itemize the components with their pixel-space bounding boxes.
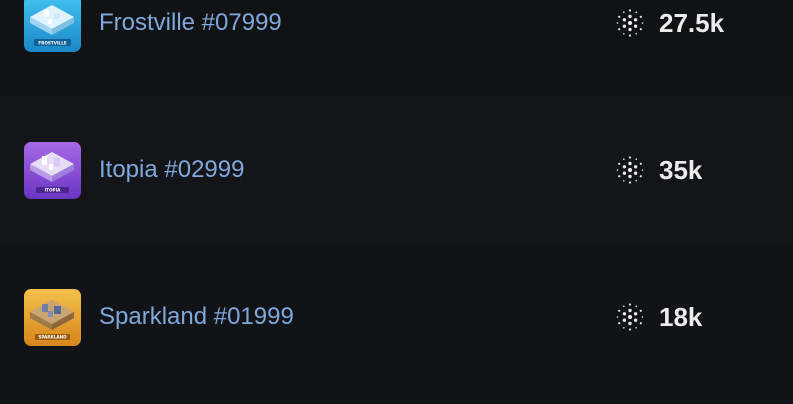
cardano-icon [616,9,644,37]
listing-name[interactable]: Frostville #07999 [99,9,282,37]
listing-name[interactable]: Sparkland #01999 [99,303,294,331]
thumbnail-label: FROSTVILLE [38,41,67,46]
sparkland-land-icon[interactable]: SPARKLAND [24,289,81,346]
price-amount: 18k [659,301,703,332]
land-listing: FROSTVILLE Frostville #07999 27.5k ITOPI… [0,0,793,404]
listing-name[interactable]: Itopia #02999 [99,156,244,184]
price-amount: 35k [659,154,703,185]
cardano-icon [616,303,644,331]
listing-price: 18k [613,301,702,333]
listing-row-sparkland[interactable]: SPARKLAND Sparkland #01999 18k [0,243,793,390]
listing-price: 27.5k [613,7,724,39]
thumbnail-label: ITOPIA [45,188,62,193]
price-amount: 27.5k [659,7,725,38]
listing-price: 35k [613,154,702,186]
thumbnail-label: SPARKLAND [38,335,67,340]
frostville-land-icon[interactable]: FROSTVILLE [24,0,81,52]
itopia-land-icon[interactable]: ITOPIA [24,142,81,199]
listing-row-itopia[interactable]: ITOPIA Itopia #02999 35k [0,96,793,243]
cardano-icon [616,156,644,184]
listing-row-frostville[interactable]: FROSTVILLE Frostville #07999 27.5k [0,0,793,96]
